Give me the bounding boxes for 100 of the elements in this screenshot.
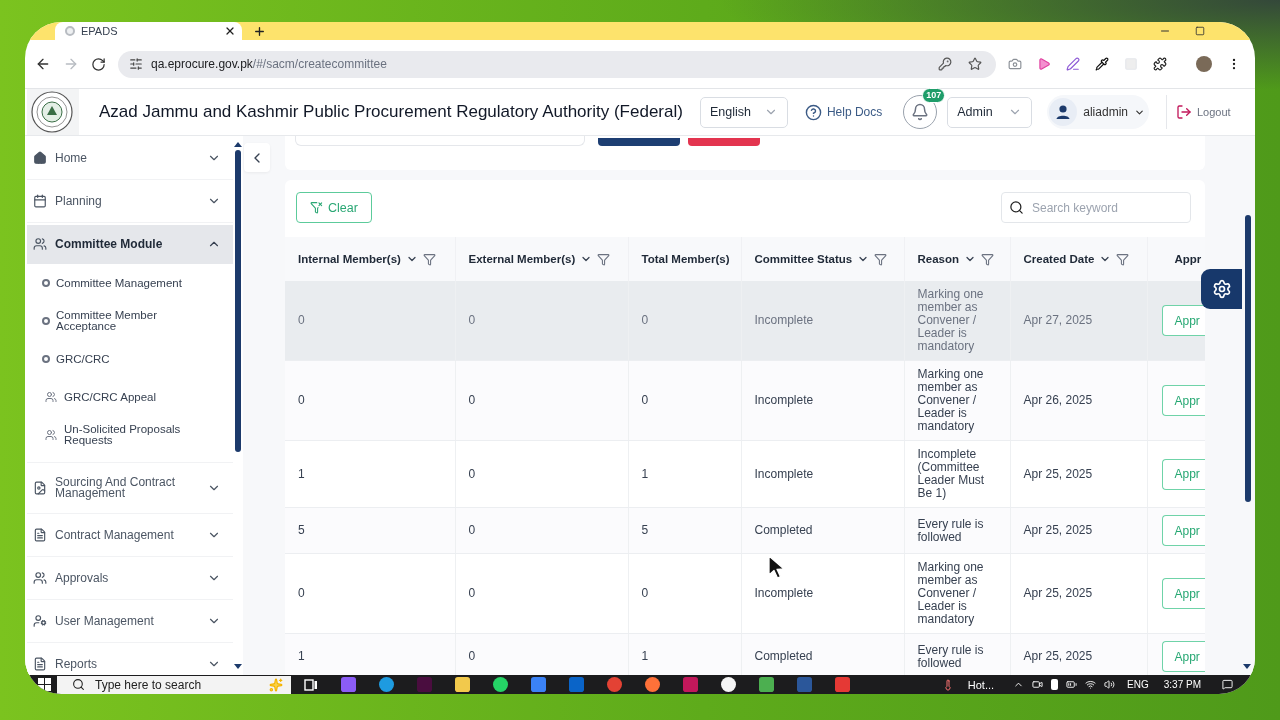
table-cell: 0 [285, 553, 455, 634]
column-header[interactable]: Created Date [1010, 237, 1147, 281]
task-view-icon[interactable] [304, 677, 318, 692]
search-icon [72, 678, 85, 691]
table-row[interactable]: 0 0 0 Incomplete Marking one member as Convener / Leader is mandatory Apr 25, 2025 Appr [285, 553, 1205, 634]
column-header[interactable]: Committee Status [741, 237, 904, 281]
bullet-icon [42, 317, 50, 325]
people-icon [33, 571, 47, 585]
video-icon[interactable] [1032, 679, 1044, 690]
wifi-icon[interactable] [1085, 679, 1097, 690]
table-cell: 0 [628, 281, 741, 361]
table-cell: Incomplete [741, 360, 904, 441]
maximize-icon[interactable] [1195, 26, 1205, 36]
help-docs-link[interactable]: Help Docs [804, 103, 883, 121]
table-cell: 0 [455, 360, 628, 441]
table-cell: Marking one member as Convener / Leader is mandatory [904, 553, 1010, 634]
app-icon[interactable] [493, 677, 508, 692]
table-cell: Apr 25, 2025 [1010, 553, 1147, 634]
new-tab-icon[interactable] [253, 24, 266, 38]
role-select[interactable]: Admin [947, 96, 1033, 128]
scrollbar-thumb[interactable] [1245, 215, 1251, 502]
weather-text[interactable]: Hot... [967, 678, 995, 691]
column-header[interactable]: Reason [904, 237, 1010, 281]
table-cell: Apr 26, 2025 [1010, 360, 1147, 441]
bell-icon [911, 103, 930, 121]
app-icon[interactable] [645, 677, 660, 692]
filter-icon[interactable] [874, 252, 888, 266]
search-icon [1009, 200, 1024, 215]
table-cell: 0 [285, 360, 455, 441]
url-text: qa.eprocure.gov.pk/#/sacm/createcommittee [151, 57, 388, 71]
filter-icon[interactable] [981, 252, 995, 266]
close-icon[interactable] [224, 25, 236, 37]
table-row[interactable]: 0 0 0 Incomplete Marking one member as Convener / Leader is mandatory Apr 26, 2025 Appr [285, 360, 1205, 441]
filter-icon[interactable] [1116, 252, 1130, 266]
sidebar-item[interactable]: Committee Module [27, 225, 233, 264]
column-header[interactable]: Total Member(s) [628, 237, 741, 281]
pen-icon[interactable] [1066, 57, 1080, 71]
camera-icon[interactable] [1008, 57, 1022, 71]
favicon-icon [65, 26, 75, 36]
device-icon[interactable] [1051, 679, 1059, 690]
avatar-icon[interactable] [1196, 56, 1212, 72]
filter-icon[interactable] [597, 252, 611, 266]
app-title: Azad Jammu and Kashmir Public Procurement Regulatory Authority (Federal) [99, 102, 683, 122]
reload-icon[interactable] [91, 56, 106, 72]
input-field[interactable] [295, 136, 585, 146]
bullet-icon [42, 355, 50, 363]
table-cell: 0 [628, 553, 741, 634]
people-icon [33, 237, 47, 251]
clock-time[interactable]: 3:37 PM [1163, 679, 1201, 690]
column-header[interactable]: Internal Member(s) [285, 237, 455, 281]
browser-tab[interactable]: EPADS [55, 22, 242, 40]
table-row[interactable]: 5 0 5 Completed Every rule is followed Apr 25, 2025 Appr [285, 507, 1205, 554]
filter-icon[interactable] [422, 252, 436, 266]
cursor-icon [768, 555, 786, 579]
puzzle-icon[interactable] [1153, 57, 1167, 71]
settings-button[interactable] [1201, 269, 1242, 309]
filter-clear-icon [310, 201, 323, 214]
image-file-icon [33, 481, 47, 495]
play-icon[interactable] [1037, 57, 1051, 71]
column-header[interactable]: Appr [1147, 237, 1205, 281]
table-cell: 0 [455, 507, 628, 554]
eyedropper-icon[interactable] [1095, 57, 1109, 71]
table-cell: Every rule is followed [904, 507, 1010, 554]
people-icon [45, 429, 57, 441]
taskbar-search-field[interactable]: Type here to search [57, 675, 291, 694]
key-icon[interactable] [938, 57, 952, 71]
star-icon[interactable] [968, 57, 982, 71]
notification-icon[interactable] [1222, 679, 1233, 690]
table-cell: 0 [455, 440, 628, 508]
table-row[interactable]: 1 0 1 Completed Every rule is followed Apr 25, 2025 Appr [285, 633, 1205, 675]
logout-button[interactable]: Logout [1176, 104, 1231, 120]
column-header[interactable]: External Member(s) [455, 237, 628, 281]
bullet-icon [42, 279, 50, 287]
table-cell: Incomplete [741, 281, 904, 361]
back-icon[interactable] [35, 56, 51, 72]
start-icon[interactable] [38, 678, 51, 691]
app-icon[interactable] [721, 677, 736, 692]
house-icon [33, 151, 47, 165]
language-indicator[interactable]: ENG [1127, 679, 1149, 690]
table-cell: 0 [285, 281, 455, 361]
scroll-down-icon[interactable] [1243, 664, 1251, 669]
address-bar[interactable]: qa.eprocure.gov.pk/#/sacm/createcommittee [118, 50, 996, 78]
settings-icon [1211, 279, 1232, 299]
table-cell: Apr 27, 2025 [1010, 281, 1147, 361]
user-menu-button[interactable]: aliadmin [1047, 95, 1149, 129]
table-row[interactable]: 1 0 1 Incomplete Incomplete (Committee Leader Must Be 1) Apr 25, 2025 Appr [285, 440, 1205, 508]
scroll-down-icon[interactable] [234, 664, 242, 669]
table-cell: 5 [285, 507, 455, 554]
user-avatar-icon [1049, 98, 1078, 126]
scrollbar-thumb[interactable] [235, 150, 241, 452]
battery-icon[interactable] [1066, 679, 1078, 690]
speaker-icon[interactable] [1104, 679, 1116, 690]
site-settings-icon[interactable] [129, 57, 143, 71]
table-cell: Completed [741, 507, 904, 554]
language-select[interactable]: English [699, 96, 788, 128]
table-cell: Apr 25, 2025 [1010, 507, 1147, 554]
people-icon [45, 391, 57, 403]
table-row[interactable]: 0 0 0 Incomplete Marking one member as Convener / Leader is mandatory Apr 27, 2025 Appr [285, 281, 1205, 361]
notification-badge: 107 [922, 88, 946, 103]
search-field[interactable]: Search keyword [1001, 192, 1191, 223]
